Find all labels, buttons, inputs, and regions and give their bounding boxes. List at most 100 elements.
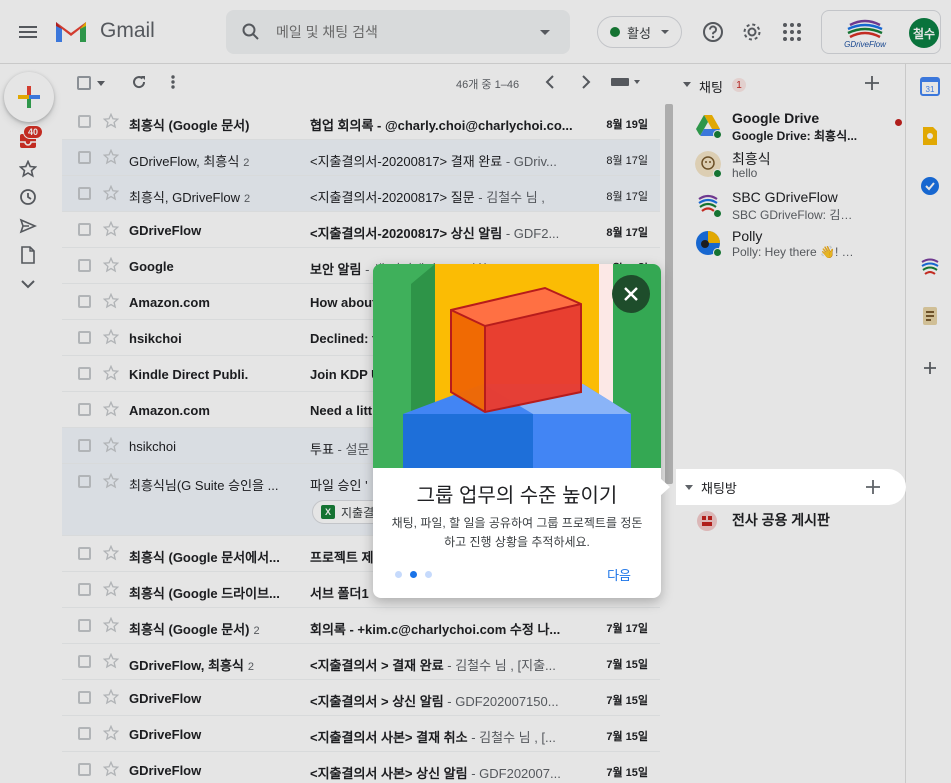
- refresh-icon[interactable]: [131, 74, 147, 90]
- row-checkbox[interactable]: [78, 727, 91, 740]
- row-checkbox[interactable]: [78, 691, 91, 704]
- calendar-icon[interactable]: 31: [920, 76, 940, 96]
- drafts-icon[interactable]: [18, 245, 38, 265]
- star-icon[interactable]: [103, 545, 119, 561]
- row-checkbox[interactable]: [78, 151, 91, 164]
- star-icon[interactable]: [103, 761, 119, 777]
- account-switcher[interactable]: GDriveFlow 철수: [821, 10, 941, 54]
- star-icon[interactable]: [103, 581, 119, 597]
- email-row[interactable]: 최흥식 (Google 문서) 2 회의록 - +kim.c@charlychoi.…: [62, 608, 660, 644]
- more-chevron-down-icon[interactable]: [18, 274, 38, 294]
- chat-item-google-drive[interactable]: Google Drive Google Drive: 최흥식...: [695, 108, 902, 148]
- email-subject: <지출결의서-20200817> 질문 - 김철수 님 ,: [310, 190, 545, 205]
- email-date: 7월 15일: [606, 695, 648, 707]
- star-icon[interactable]: [103, 221, 119, 237]
- chat-item-polly[interactable]: Polly Polly: Hey there 👋! Here'...: [695, 226, 895, 266]
- search-icon[interactable]: [226, 23, 276, 41]
- select-options-chevron-icon[interactable]: [97, 81, 105, 86]
- status-selector[interactable]: 활성: [597, 16, 682, 48]
- row-checkbox[interactable]: [78, 115, 91, 128]
- star-icon[interactable]: [103, 689, 119, 705]
- row-checkbox[interactable]: [78, 403, 91, 416]
- row-checkbox[interactable]: [78, 763, 91, 776]
- email-row[interactable]: GDriveFlow <지출결의서-20200817> 상신 알림 - GDF2.…: [62, 212, 660, 248]
- select-all-checkbox[interactable]: [77, 76, 91, 90]
- room-item-company-board[interactable]: 전사 공용 게시판: [695, 507, 895, 547]
- star-icon[interactable]: [103, 725, 119, 741]
- chat-item-name: SBC GDriveFlow: [732, 189, 838, 205]
- row-checkbox[interactable]: [78, 367, 91, 380]
- new-room-plus-icon[interactable]: [866, 480, 880, 494]
- sent-icon[interactable]: [18, 216, 38, 236]
- help-icon[interactable]: [701, 20, 725, 44]
- email-row[interactable]: GDriveFlow <지출결의서 사본> 결재 취소 - 김철수 님 , [..…: [62, 716, 660, 752]
- star-icon[interactable]: [103, 149, 119, 165]
- email-row[interactable]: GDriveFlow <지출결의서 > 상신 알림 - GDF202007150.…: [62, 680, 660, 716]
- row-checkbox[interactable]: [78, 331, 91, 344]
- row-checkbox[interactable]: [78, 547, 91, 560]
- email-row[interactable]: 최흥식, GDriveFlow 2 <지출결의서-20200817> 질문 - 김철…: [62, 176, 660, 212]
- star-icon[interactable]: [103, 185, 119, 201]
- chat-item-choi[interactable]: 최흥식 hello: [695, 147, 895, 187]
- row-checkbox[interactable]: [78, 655, 91, 668]
- star-icon[interactable]: [103, 617, 119, 633]
- star-icon[interactable]: [103, 329, 119, 345]
- chat-item-sbc-gdriveflow[interactable]: SBC GDriveFlow SBC GDriveFlow: 김철수(k...: [695, 187, 895, 227]
- settings-gear-icon[interactable]: [740, 20, 764, 44]
- search-input[interactable]: [276, 24, 526, 40]
- addon-doc-icon[interactable]: [920, 306, 940, 326]
- row-checkbox[interactable]: [78, 223, 91, 236]
- thread-count: 2: [243, 157, 250, 169]
- gdriveflow-addon-icon[interactable]: [920, 256, 940, 276]
- star-icon[interactable]: [103, 293, 119, 309]
- tour-step-dot-active[interactable]: [410, 571, 417, 578]
- row-checkbox[interactable]: [78, 439, 91, 452]
- page-range-text[interactable]: 46개 중 1–46: [456, 76, 519, 92]
- gmail-logo[interactable]: Gmail: [54, 18, 155, 44]
- star-icon[interactable]: [103, 473, 119, 489]
- star-icon[interactable]: [103, 257, 119, 273]
- close-tour-button[interactable]: [612, 275, 650, 313]
- star-icon[interactable]: [103, 437, 119, 453]
- tour-step-dot[interactable]: [395, 571, 402, 578]
- star-icon[interactable]: [103, 401, 119, 417]
- snoozed-clock-icon[interactable]: [18, 187, 38, 207]
- tasks-icon[interactable]: [920, 176, 940, 196]
- row-checkbox[interactable]: [78, 259, 91, 272]
- search-bar[interactable]: [226, 10, 570, 54]
- apps-grid-icon[interactable]: [780, 20, 804, 44]
- prev-page-chevron-icon[interactable]: [545, 75, 555, 89]
- email-row[interactable]: GDriveFlow, 최흥식 2 <지출결의서-20200817> 결재 완료 -…: [62, 140, 660, 176]
- row-checkbox[interactable]: [78, 295, 91, 308]
- tour-step-dot[interactable]: [425, 571, 432, 578]
- main-menu-button[interactable]: [14, 18, 42, 46]
- compose-button[interactable]: [4, 72, 54, 122]
- email-sender: Kindle Direct Publi.: [129, 367, 249, 382]
- star-icon[interactable]: [103, 365, 119, 381]
- email-row[interactable]: 최흥식 (Google 문서) 협업 회의록 - @charly.choi@cha…: [62, 104, 660, 140]
- star-icon[interactable]: [103, 653, 119, 669]
- email-row[interactable]: GDriveFlow, 최흥식 2 <지출결의서 > 결재 완료 - 김철수 님 ,…: [62, 644, 660, 680]
- starred-icon[interactable]: [18, 159, 38, 179]
- star-icon[interactable]: [103, 113, 119, 129]
- new-chat-plus-icon[interactable]: [865, 76, 879, 90]
- next-page-chevron-icon[interactable]: [581, 75, 591, 89]
- row-checkbox[interactable]: [78, 619, 91, 632]
- more-vert-icon[interactable]: [171, 74, 175, 90]
- email-row[interactable]: GDriveFlow <지출결의서 사본> 상신 알림 - GDF202007..…: [62, 752, 660, 783]
- search-options-icon[interactable]: [540, 30, 550, 35]
- chat-section-header[interactable]: 채팅 1: [675, 74, 895, 98]
- rooms-section-header[interactable]: 채팅방: [676, 469, 906, 505]
- avatar[interactable]: 철수: [909, 18, 939, 48]
- row-checkbox[interactable]: [78, 583, 91, 596]
- tour-next-button[interactable]: 다음: [607, 565, 631, 584]
- keep-icon[interactable]: [920, 126, 940, 146]
- list-scrollbar[interactable]: [665, 104, 673, 484]
- row-checkbox[interactable]: [78, 187, 91, 200]
- email-snippet: - 김철수 님 , [지출...: [443, 658, 556, 673]
- chat-header-label: 채팅: [699, 80, 723, 95]
- email-sender: Amazon.com: [129, 403, 210, 418]
- row-checkbox[interactable]: [78, 475, 91, 488]
- keyboard-input-icon[interactable]: [611, 77, 641, 87]
- get-addons-plus-icon[interactable]: [920, 358, 940, 378]
